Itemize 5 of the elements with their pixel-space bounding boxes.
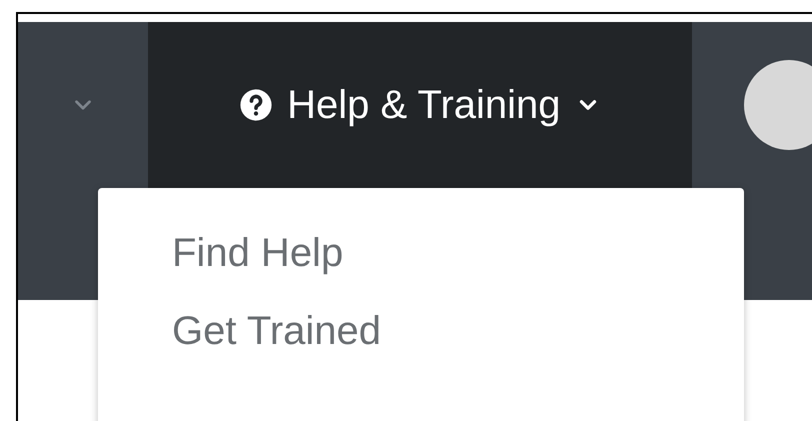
menu-item[interactable]: Get Trained [98, 292, 390, 370]
help-icon [239, 88, 274, 122]
avatar[interactable] [744, 60, 812, 150]
menu-item[interactable]: Find Help [98, 214, 352, 292]
help-training-menu[interactable]: Help & Training [148, 22, 692, 188]
